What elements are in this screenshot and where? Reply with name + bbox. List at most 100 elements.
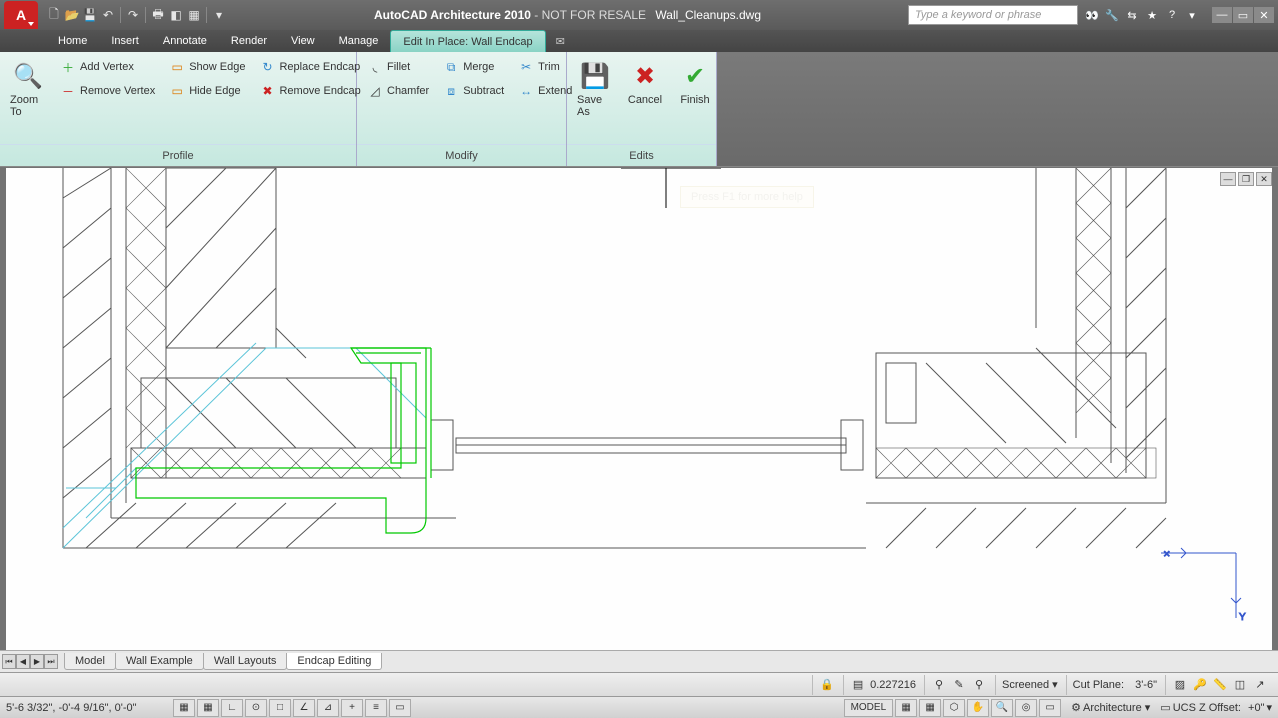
- showmotion-button[interactable]: ▭: [1039, 699, 1061, 717]
- zoom-to-button[interactable]: 🔍 Zoom To: [4, 56, 52, 122]
- tray-dropdown-icon[interactable]: ▾: [1266, 701, 1272, 714]
- viewport-restore-button[interactable]: ❐: [1238, 172, 1254, 186]
- replace-endcap-button[interactable]: ↻Replace Endcap: [253, 56, 366, 78]
- panel-edits-title: Edits: [567, 144, 716, 166]
- mail-icon[interactable]: ✉: [556, 30, 576, 52]
- workspace-dropdown[interactable]: Architecture ▾: [1083, 701, 1150, 714]
- fillet-button[interactable]: ◟Fillet: [361, 56, 435, 78]
- viewport-close-button[interactable]: ✕: [1256, 172, 1272, 186]
- model-space-button[interactable]: MODEL: [844, 699, 894, 717]
- maximize-button[interactable]: ▭: [1233, 7, 1253, 23]
- hide-edge-button[interactable]: ▭Hide Edge: [163, 80, 251, 102]
- binoculars-icon[interactable]: 👀: [1084, 7, 1100, 23]
- add-vertex-label: Add Vertex: [80, 61, 134, 73]
- exchange-icon[interactable]: ⇆: [1124, 7, 1140, 23]
- merge-icon: ⧉: [443, 59, 459, 75]
- menu-manage[interactable]: Manage: [327, 30, 391, 52]
- menu-insert[interactable]: Insert: [99, 30, 151, 52]
- annotation-icon-1[interactable]: ⚲: [931, 677, 947, 693]
- add-vertex-button[interactable]: ＋Add Vertex: [54, 56, 161, 78]
- polar-button[interactable]: ⊙: [245, 699, 267, 717]
- tab-first-button[interactable]: ⏮: [2, 654, 16, 669]
- show-edge-label: Show Edge: [189, 61, 245, 73]
- close-button[interactable]: ✕: [1254, 7, 1274, 23]
- menu-edit-in-place[interactable]: Edit In Place: Wall Endcap: [390, 30, 545, 52]
- magnifier-icon: 🔍: [12, 60, 44, 92]
- new-icon[interactable]: 🗋: [46, 7, 62, 23]
- snap-button[interactable]: ▦: [173, 699, 195, 717]
- qp-button[interactable]: ▭: [389, 699, 411, 717]
- finish-button[interactable]: ✔ Finish: [671, 56, 719, 110]
- help-dropdown-icon[interactable]: ▾: [1184, 7, 1200, 23]
- match-icon[interactable]: ◧: [168, 7, 184, 23]
- open-icon[interactable]: 📂: [64, 7, 80, 23]
- menu-render[interactable]: Render: [219, 30, 279, 52]
- tab-wall-layouts[interactable]: Wall Layouts: [203, 653, 288, 670]
- related-icon[interactable]: ⬡: [943, 699, 965, 717]
- cancel-button[interactable]: ✖ Cancel: [621, 56, 669, 110]
- merge-button[interactable]: ⧉Merge: [437, 56, 510, 78]
- show-edge-button[interactable]: ▭ Show Edge: [163, 56, 251, 78]
- grid-button[interactable]: ▦: [197, 699, 219, 717]
- zoom-button[interactable]: 🔍: [991, 699, 1013, 717]
- tab-wall-example[interactable]: Wall Example: [115, 653, 204, 670]
- minimize-button[interactable]: —: [1212, 7, 1232, 23]
- elev-icon[interactable]: ◫: [1232, 677, 1248, 693]
- lock-icon[interactable]: 🔒: [819, 677, 835, 693]
- otrack-button[interactable]: ∠: [293, 699, 315, 717]
- chamfer-button[interactable]: ◿Chamfer: [361, 80, 435, 102]
- layer-icon[interactable]: ▦: [186, 7, 202, 23]
- lwt-button[interactable]: ≡: [365, 699, 387, 717]
- annotation-icon-2[interactable]: ✎: [951, 677, 967, 693]
- drawing-canvas[interactable]: ✕ Y: [6, 168, 1272, 650]
- save-icon[interactable]: 💾: [82, 7, 98, 23]
- undo-icon[interactable]: ↶: [100, 7, 116, 23]
- remove-vertex-button[interactable]: －Remove Vertex: [54, 80, 161, 102]
- show-edge-icon: ▭: [169, 59, 185, 75]
- save-as-button[interactable]: 💾 Save As: [571, 56, 619, 122]
- cut-plane-value[interactable]: 3'-6": [1135, 679, 1157, 691]
- menu-view[interactable]: View: [279, 30, 327, 52]
- tab-prev-button[interactable]: ◀: [16, 654, 30, 669]
- tab-model[interactable]: Model: [64, 653, 116, 670]
- ortho-button[interactable]: ∟: [221, 699, 243, 717]
- key-icon[interactable]: 🔧: [1104, 7, 1120, 23]
- print-icon[interactable]: 🖶: [150, 7, 166, 23]
- app-menu-button[interactable]: A: [4, 1, 38, 29]
- remove-endcap-button[interactable]: ✖Remove Endcap: [253, 80, 366, 102]
- search-input[interactable]: Type a keyword or phrase: [908, 5, 1078, 25]
- help-icon[interactable]: ?: [1164, 7, 1180, 23]
- tab-last-button[interactable]: ⏭: [44, 654, 58, 669]
- fillet-label: Fillet: [387, 61, 410, 73]
- star-icon[interactable]: ★: [1144, 7, 1160, 23]
- tab-endcap-editing[interactable]: Endcap Editing: [286, 653, 382, 670]
- finish-label: Finish: [680, 94, 709, 106]
- workspace-icon[interactable]: ⚙: [1071, 701, 1081, 714]
- viewport-minimize-button[interactable]: —: [1220, 172, 1236, 186]
- menu-home[interactable]: Home: [46, 30, 99, 52]
- svg-text:Y: Y: [1239, 612, 1246, 623]
- steering-button[interactable]: ◎: [1015, 699, 1037, 717]
- menu-annotate[interactable]: Annotate: [151, 30, 219, 52]
- trim-icon: ✂: [518, 59, 534, 75]
- quick-view-drawings-button[interactable]: ▦: [919, 699, 941, 717]
- layer-key-icon[interactable]: 🔑: [1192, 677, 1208, 693]
- scale-icon[interactable]: ▤: [850, 677, 866, 693]
- pan-button[interactable]: ✋: [967, 699, 989, 717]
- tab-next-button[interactable]: ▶: [30, 654, 44, 669]
- osnap-button[interactable]: □: [269, 699, 291, 717]
- subtract-button[interactable]: ⧈Subtract: [437, 80, 510, 102]
- qat-separator: [206, 7, 207, 23]
- surface-hatch-icon[interactable]: ▨: [1172, 677, 1188, 693]
- visual-style-dropdown[interactable]: Screened ▾: [1002, 678, 1058, 691]
- annotation-icon-3[interactable]: ⚲: [971, 677, 987, 693]
- ducs-button[interactable]: ⊿: [317, 699, 339, 717]
- replace-z-icon[interactable]: ↗: [1252, 677, 1268, 693]
- quick-view-layouts-button[interactable]: ▦: [895, 699, 917, 717]
- ucs-z-value[interactable]: +0": [1248, 702, 1264, 714]
- dyn-button[interactable]: +: [341, 699, 363, 717]
- unit-icon[interactable]: 📏: [1212, 677, 1228, 693]
- qat-dropdown-icon[interactable]: ▾: [211, 7, 227, 23]
- ucs-icon[interactable]: ▭: [1160, 701, 1170, 714]
- redo-icon[interactable]: ↷: [125, 7, 141, 23]
